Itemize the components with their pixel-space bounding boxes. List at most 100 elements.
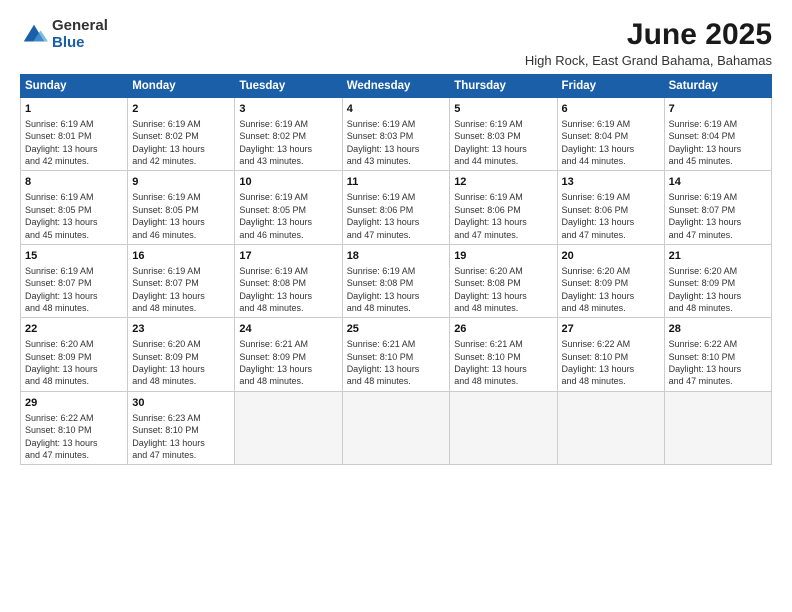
table-row: 13Sunrise: 6:19 AM Sunset: 8:06 PM Dayli… xyxy=(557,171,664,244)
page: General Blue June 2025 High Rock, East G… xyxy=(0,0,792,612)
day-number: 12 xyxy=(454,175,552,190)
day-number: 6 xyxy=(562,102,660,117)
table-row: 6Sunrise: 6:19 AM Sunset: 8:04 PM Daylig… xyxy=(557,98,664,171)
logo-general: General xyxy=(52,18,108,35)
day-number: 3 xyxy=(239,102,337,117)
day-info: Sunrise: 6:21 AM Sunset: 8:10 PM Dayligh… xyxy=(347,338,446,388)
day-number: 22 xyxy=(25,322,123,337)
day-number: 1 xyxy=(25,102,123,117)
day-number: 24 xyxy=(239,322,337,337)
day-info: Sunrise: 6:19 AM Sunset: 8:04 PM Dayligh… xyxy=(562,118,660,168)
calendar-table: Sunday Monday Tuesday Wednesday Thursday… xyxy=(20,74,772,465)
day-number: 23 xyxy=(132,322,230,337)
table-row: 29Sunrise: 6:22 AM Sunset: 8:10 PM Dayli… xyxy=(21,391,128,464)
table-row xyxy=(450,391,557,464)
day-info: Sunrise: 6:19 AM Sunset: 8:07 PM Dayligh… xyxy=(25,265,123,315)
table-row: 12Sunrise: 6:19 AM Sunset: 8:06 PM Dayli… xyxy=(450,171,557,244)
header: General Blue June 2025 High Rock, East G… xyxy=(20,18,772,68)
table-row xyxy=(664,391,771,464)
table-row: 3Sunrise: 6:19 AM Sunset: 8:02 PM Daylig… xyxy=(235,98,342,171)
day-info: Sunrise: 6:19 AM Sunset: 8:05 PM Dayligh… xyxy=(239,191,337,241)
table-row: 30Sunrise: 6:23 AM Sunset: 8:10 PM Dayli… xyxy=(128,391,235,464)
table-row: 24Sunrise: 6:21 AM Sunset: 8:09 PM Dayli… xyxy=(235,318,342,391)
table-row: 1Sunrise: 6:19 AM Sunset: 8:01 PM Daylig… xyxy=(21,98,128,171)
day-info: Sunrise: 6:19 AM Sunset: 8:07 PM Dayligh… xyxy=(132,265,230,315)
header-tuesday: Tuesday xyxy=(235,75,342,98)
day-number: 11 xyxy=(347,175,446,190)
day-number: 30 xyxy=(132,396,230,411)
day-info: Sunrise: 6:22 AM Sunset: 8:10 PM Dayligh… xyxy=(562,338,660,388)
day-number: 18 xyxy=(347,249,446,264)
day-info: Sunrise: 6:19 AM Sunset: 8:08 PM Dayligh… xyxy=(347,265,446,315)
day-number: 27 xyxy=(562,322,660,337)
table-row: 27Sunrise: 6:22 AM Sunset: 8:10 PM Dayli… xyxy=(557,318,664,391)
day-number: 26 xyxy=(454,322,552,337)
table-row: 28Sunrise: 6:22 AM Sunset: 8:10 PM Dayli… xyxy=(664,318,771,391)
day-number: 10 xyxy=(239,175,337,190)
day-number: 8 xyxy=(25,175,123,190)
day-info: Sunrise: 6:22 AM Sunset: 8:10 PM Dayligh… xyxy=(25,412,123,462)
logo-icon xyxy=(20,21,48,49)
table-row: 16Sunrise: 6:19 AM Sunset: 8:07 PM Dayli… xyxy=(128,244,235,317)
day-number: 21 xyxy=(669,249,767,264)
day-info: Sunrise: 6:19 AM Sunset: 8:04 PM Dayligh… xyxy=(669,118,767,168)
day-number: 29 xyxy=(25,396,123,411)
day-number: 7 xyxy=(669,102,767,117)
calendar-title: June 2025 xyxy=(525,18,772,51)
day-info: Sunrise: 6:23 AM Sunset: 8:10 PM Dayligh… xyxy=(132,412,230,462)
day-number: 25 xyxy=(347,322,446,337)
day-info: Sunrise: 6:19 AM Sunset: 8:05 PM Dayligh… xyxy=(25,191,123,241)
table-row: 7Sunrise: 6:19 AM Sunset: 8:04 PM Daylig… xyxy=(664,98,771,171)
day-number: 4 xyxy=(347,102,446,117)
day-info: Sunrise: 6:19 AM Sunset: 8:07 PM Dayligh… xyxy=(669,191,767,241)
day-number: 28 xyxy=(669,322,767,337)
day-info: Sunrise: 6:19 AM Sunset: 8:05 PM Dayligh… xyxy=(132,191,230,241)
table-row: 20Sunrise: 6:20 AM Sunset: 8:09 PM Dayli… xyxy=(557,244,664,317)
table-row: 9Sunrise: 6:19 AM Sunset: 8:05 PM Daylig… xyxy=(128,171,235,244)
day-number: 20 xyxy=(562,249,660,264)
day-number: 2 xyxy=(132,102,230,117)
day-info: Sunrise: 6:19 AM Sunset: 8:08 PM Dayligh… xyxy=(239,265,337,315)
day-number: 5 xyxy=(454,102,552,117)
day-info: Sunrise: 6:19 AM Sunset: 8:06 PM Dayligh… xyxy=(562,191,660,241)
day-info: Sunrise: 6:19 AM Sunset: 8:06 PM Dayligh… xyxy=(347,191,446,241)
logo-text: General Blue xyxy=(52,18,108,51)
day-info: Sunrise: 6:22 AM Sunset: 8:10 PM Dayligh… xyxy=(669,338,767,388)
table-row xyxy=(235,391,342,464)
table-row: 21Sunrise: 6:20 AM Sunset: 8:09 PM Dayli… xyxy=(664,244,771,317)
day-info: Sunrise: 6:20 AM Sunset: 8:09 PM Dayligh… xyxy=(562,265,660,315)
table-row: 23Sunrise: 6:20 AM Sunset: 8:09 PM Dayli… xyxy=(128,318,235,391)
calendar-subtitle: High Rock, East Grand Bahama, Bahamas xyxy=(525,53,772,68)
day-info: Sunrise: 6:20 AM Sunset: 8:08 PM Dayligh… xyxy=(454,265,552,315)
day-info: Sunrise: 6:20 AM Sunset: 8:09 PM Dayligh… xyxy=(25,338,123,388)
title-block: June 2025 High Rock, East Grand Bahama, … xyxy=(525,18,772,68)
header-saturday: Saturday xyxy=(664,75,771,98)
day-info: Sunrise: 6:19 AM Sunset: 8:01 PM Dayligh… xyxy=(25,118,123,168)
day-number: 9 xyxy=(132,175,230,190)
header-monday: Monday xyxy=(128,75,235,98)
table-row: 8Sunrise: 6:19 AM Sunset: 8:05 PM Daylig… xyxy=(21,171,128,244)
day-info: Sunrise: 6:19 AM Sunset: 8:02 PM Dayligh… xyxy=(239,118,337,168)
table-row xyxy=(557,391,664,464)
day-number: 13 xyxy=(562,175,660,190)
day-number: 19 xyxy=(454,249,552,264)
header-thursday: Thursday xyxy=(450,75,557,98)
header-wednesday: Wednesday xyxy=(342,75,450,98)
day-info: Sunrise: 6:19 AM Sunset: 8:03 PM Dayligh… xyxy=(454,118,552,168)
table-row: 18Sunrise: 6:19 AM Sunset: 8:08 PM Dayli… xyxy=(342,244,450,317)
day-info: Sunrise: 6:19 AM Sunset: 8:06 PM Dayligh… xyxy=(454,191,552,241)
header-sunday: Sunday xyxy=(21,75,128,98)
calendar-header-row: Sunday Monday Tuesday Wednesday Thursday… xyxy=(21,75,772,98)
logo: General Blue xyxy=(20,18,108,51)
table-row xyxy=(342,391,450,464)
table-row: 17Sunrise: 6:19 AM Sunset: 8:08 PM Dayli… xyxy=(235,244,342,317)
logo-blue: Blue xyxy=(52,35,108,52)
day-info: Sunrise: 6:19 AM Sunset: 8:03 PM Dayligh… xyxy=(347,118,446,168)
day-info: Sunrise: 6:21 AM Sunset: 8:10 PM Dayligh… xyxy=(454,338,552,388)
day-info: Sunrise: 6:19 AM Sunset: 8:02 PM Dayligh… xyxy=(132,118,230,168)
day-info: Sunrise: 6:20 AM Sunset: 8:09 PM Dayligh… xyxy=(669,265,767,315)
table-row: 25Sunrise: 6:21 AM Sunset: 8:10 PM Dayli… xyxy=(342,318,450,391)
table-row: 14Sunrise: 6:19 AM Sunset: 8:07 PM Dayli… xyxy=(664,171,771,244)
day-number: 14 xyxy=(669,175,767,190)
table-row: 10Sunrise: 6:19 AM Sunset: 8:05 PM Dayli… xyxy=(235,171,342,244)
